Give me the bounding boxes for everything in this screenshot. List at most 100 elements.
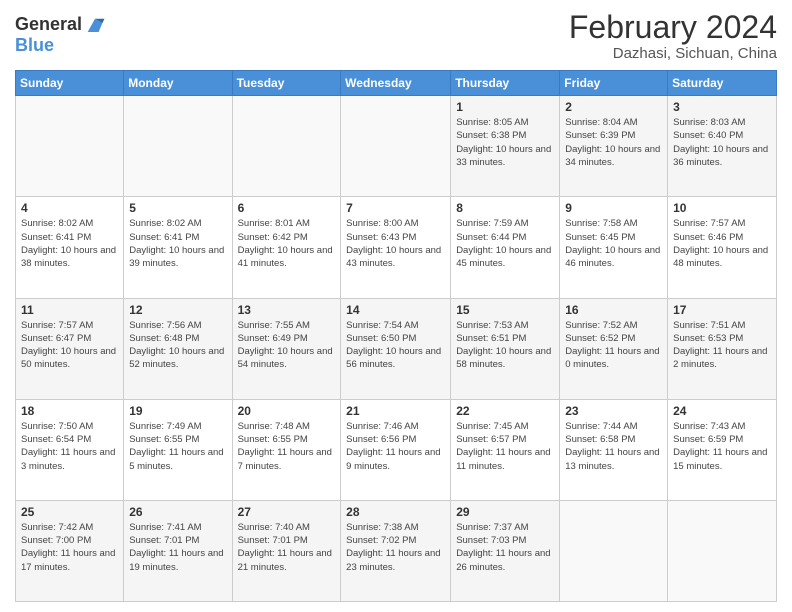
calendar-cell bbox=[668, 500, 777, 601]
day-info: Sunrise: 7:57 AM Sunset: 6:46 PM Dayligh… bbox=[673, 217, 771, 270]
logo: General Blue bbox=[15, 14, 106, 56]
day-info: Sunrise: 7:38 AM Sunset: 7:02 PM Dayligh… bbox=[346, 521, 445, 574]
calendar-cell: 20 Sunrise: 7:48 AM Sunset: 6:55 PM Dayli… bbox=[232, 399, 341, 500]
day-number: 26 bbox=[129, 505, 226, 519]
calendar-cell: 23 Sunrise: 7:44 AM Sunset: 6:58 PM Dayli… bbox=[560, 399, 668, 500]
weekday-header-thursday: Thursday bbox=[451, 71, 560, 96]
calendar-cell: 1 Sunrise: 8:05 AM Sunset: 6:38 PM Daylig… bbox=[451, 96, 560, 197]
weekday-header-saturday: Saturday bbox=[668, 71, 777, 96]
day-info: Sunrise: 7:57 AM Sunset: 6:47 PM Dayligh… bbox=[21, 319, 118, 372]
day-number: 13 bbox=[238, 303, 336, 317]
day-number: 11 bbox=[21, 303, 118, 317]
day-info: Sunrise: 7:53 AM Sunset: 6:51 PM Dayligh… bbox=[456, 319, 554, 372]
logo-text: General bbox=[15, 15, 82, 35]
day-info: Sunrise: 7:44 AM Sunset: 6:58 PM Dayligh… bbox=[565, 420, 662, 473]
day-info: Sunrise: 7:40 AM Sunset: 7:01 PM Dayligh… bbox=[238, 521, 336, 574]
day-number: 10 bbox=[673, 201, 771, 215]
calendar-cell: 2 Sunrise: 8:04 AM Sunset: 6:39 PM Daylig… bbox=[560, 96, 668, 197]
calendar-cell: 12Sunrise: 7:56 AM Sunset: 6:48 PM Dayli… bbox=[124, 298, 232, 399]
weekday-header-sunday: Sunday bbox=[16, 71, 124, 96]
calendar-cell bbox=[124, 96, 232, 197]
day-info: Sunrise: 8:03 AM Sunset: 6:40 PM Dayligh… bbox=[673, 116, 771, 169]
day-number: 18 bbox=[21, 404, 118, 418]
calendar-cell bbox=[341, 96, 451, 197]
calendar-cell: 24Sunrise: 7:43 AM Sunset: 6:59 PM Dayli… bbox=[668, 399, 777, 500]
calendar-cell: 15 Sunrise: 7:53 AM Sunset: 6:51 PM Dayli… bbox=[451, 298, 560, 399]
day-number: 23 bbox=[565, 404, 662, 418]
title-block: February 2024 Dazhasi, Sichuan, China bbox=[569, 10, 777, 62]
day-info: Sunrise: 7:59 AM Sunset: 6:44 PM Dayligh… bbox=[456, 217, 554, 270]
calendar-cell: 19 Sunrise: 7:49 AM Sunset: 6:55 PM Dayli… bbox=[124, 399, 232, 500]
calendar-cell: 3 Sunrise: 8:03 AM Sunset: 6:40 PM Daylig… bbox=[668, 96, 777, 197]
weekday-header-wednesday: Wednesday bbox=[341, 71, 451, 96]
logo-icon bbox=[84, 14, 106, 36]
day-number: 28 bbox=[346, 505, 445, 519]
day-number: 24 bbox=[673, 404, 771, 418]
day-number: 25 bbox=[21, 505, 118, 519]
calendar-cell: 29Sunrise: 7:37 AM Sunset: 7:03 PM Dayli… bbox=[451, 500, 560, 601]
day-info: Sunrise: 8:02 AM Sunset: 6:41 PM Dayligh… bbox=[129, 217, 226, 270]
day-number: 8 bbox=[456, 201, 554, 215]
day-info: Sunrise: 7:46 AM Sunset: 6:56 PM Dayligh… bbox=[346, 420, 445, 473]
calendar-cell: 11 Sunrise: 7:57 AM Sunset: 6:47 PM Dayli… bbox=[16, 298, 124, 399]
day-number: 16 bbox=[565, 303, 662, 317]
day-number: 22 bbox=[456, 404, 554, 418]
day-info: Sunrise: 7:58 AM Sunset: 6:45 PM Dayligh… bbox=[565, 217, 662, 270]
calendar-cell: 21 Sunrise: 7:46 AM Sunset: 6:56 PM Dayli… bbox=[341, 399, 451, 500]
day-info: Sunrise: 7:45 AM Sunset: 6:57 PM Dayligh… bbox=[456, 420, 554, 473]
calendar-cell: 7 Sunrise: 8:00 AM Sunset: 6:43 PM Daylig… bbox=[341, 197, 451, 298]
calendar-header-row: SundayMondayTuesdayWednesdayThursdayFrid… bbox=[16, 71, 777, 96]
calendar-cell: 4Sunrise: 8:02 AM Sunset: 6:41 PM Daylig… bbox=[16, 197, 124, 298]
day-number: 7 bbox=[346, 201, 445, 215]
week-row-2: 11 Sunrise: 7:57 AM Sunset: 6:47 PM Dayli… bbox=[16, 298, 777, 399]
main-title: February 2024 bbox=[569, 10, 777, 45]
day-number: 9 bbox=[565, 201, 662, 215]
day-info: Sunrise: 7:48 AM Sunset: 6:55 PM Dayligh… bbox=[238, 420, 336, 473]
calendar-cell: 26Sunrise: 7:41 AM Sunset: 7:01 PM Dayli… bbox=[124, 500, 232, 601]
day-info: Sunrise: 7:42 AM Sunset: 7:00 PM Dayligh… bbox=[21, 521, 118, 574]
calendar-cell: 18Sunrise: 7:50 AM Sunset: 6:54 PM Dayli… bbox=[16, 399, 124, 500]
week-row-0: 1 Sunrise: 8:05 AM Sunset: 6:38 PM Daylig… bbox=[16, 96, 777, 197]
logo-blue-text: Blue bbox=[15, 36, 106, 56]
day-number: 19 bbox=[129, 404, 226, 418]
day-info: Sunrise: 8:05 AM Sunset: 6:38 PM Dayligh… bbox=[456, 116, 554, 169]
weekday-header-monday: Monday bbox=[124, 71, 232, 96]
week-row-4: 25 Sunrise: 7:42 AM Sunset: 7:00 PM Dayli… bbox=[16, 500, 777, 601]
day-info: Sunrise: 7:54 AM Sunset: 6:50 PM Dayligh… bbox=[346, 319, 445, 372]
day-number: 21 bbox=[346, 404, 445, 418]
calendar-cell: 13Sunrise: 7:55 AM Sunset: 6:49 PM Dayli… bbox=[232, 298, 341, 399]
day-info: Sunrise: 8:04 AM Sunset: 6:39 PM Dayligh… bbox=[565, 116, 662, 169]
day-number: 15 bbox=[456, 303, 554, 317]
calendar-cell: 10 Sunrise: 7:57 AM Sunset: 6:46 PM Dayli… bbox=[668, 197, 777, 298]
day-number: 14 bbox=[346, 303, 445, 317]
day-number: 2 bbox=[565, 100, 662, 114]
day-number: 6 bbox=[238, 201, 336, 215]
day-info: Sunrise: 7:52 AM Sunset: 6:52 PM Dayligh… bbox=[565, 319, 662, 372]
calendar-cell: 22 Sunrise: 7:45 AM Sunset: 6:57 PM Dayli… bbox=[451, 399, 560, 500]
page: General Blue February 2024 Dazhasi, Sich… bbox=[0, 0, 792, 612]
day-info: Sunrise: 7:56 AM Sunset: 6:48 PM Dayligh… bbox=[129, 319, 226, 372]
day-info: Sunrise: 7:37 AM Sunset: 7:03 PM Dayligh… bbox=[456, 521, 554, 574]
calendar-cell: 6Sunrise: 8:01 AM Sunset: 6:42 PM Daylig… bbox=[232, 197, 341, 298]
day-number: 4 bbox=[21, 201, 118, 215]
calendar-cell: 14 Sunrise: 7:54 AM Sunset: 6:50 PM Dayli… bbox=[341, 298, 451, 399]
calendar-cell: 16 Sunrise: 7:52 AM Sunset: 6:52 PM Dayli… bbox=[560, 298, 668, 399]
weekday-header-friday: Friday bbox=[560, 71, 668, 96]
day-number: 1 bbox=[456, 100, 554, 114]
calendar-cell: 5 Sunrise: 8:02 AM Sunset: 6:41 PM Daylig… bbox=[124, 197, 232, 298]
day-number: 3 bbox=[673, 100, 771, 114]
day-number: 5 bbox=[129, 201, 226, 215]
calendar-cell: 27Sunrise: 7:40 AM Sunset: 7:01 PM Dayli… bbox=[232, 500, 341, 601]
subtitle: Dazhasi, Sichuan, China bbox=[569, 45, 777, 62]
calendar-body: 1 Sunrise: 8:05 AM Sunset: 6:38 PM Daylig… bbox=[16, 96, 777, 602]
week-row-1: 4 Sunrise: 8:02 AM Sunset: 6:41 PM Daylig… bbox=[16, 197, 777, 298]
day-info: Sunrise: 8:00 AM Sunset: 6:43 PM Dayligh… bbox=[346, 217, 445, 270]
day-info: Sunrise: 7:49 AM Sunset: 6:55 PM Dayligh… bbox=[129, 420, 226, 473]
weekday-header-tuesday: Tuesday bbox=[232, 71, 341, 96]
day-info: Sunrise: 7:51 AM Sunset: 6:53 PM Dayligh… bbox=[673, 319, 771, 372]
day-number: 20 bbox=[238, 404, 336, 418]
calendar-table: SundayMondayTuesdayWednesdayThursdayFrid… bbox=[15, 70, 777, 602]
calendar-cell bbox=[560, 500, 668, 601]
calendar-cell: 17 Sunrise: 7:51 AM Sunset: 6:53 PM Dayli… bbox=[668, 298, 777, 399]
day-number: 17 bbox=[673, 303, 771, 317]
